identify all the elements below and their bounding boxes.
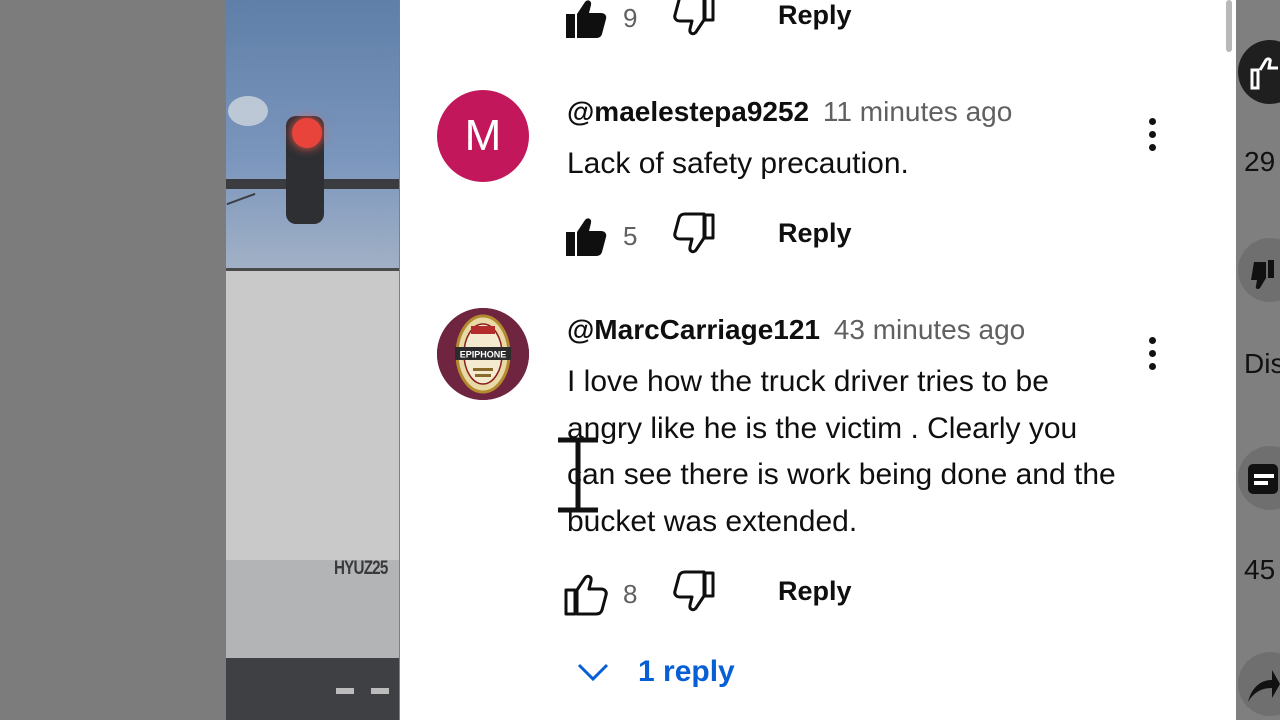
like-count: 9 — [623, 3, 638, 33]
chevron-down-icon — [577, 663, 609, 682]
share-icon — [1248, 670, 1280, 702]
video-preview[interactable]: HYUZ25 — [226, 0, 399, 720]
thumbs-down-icon[interactable] — [671, 0, 717, 40]
comment-actions: 5 Reply — [563, 212, 963, 262]
more-options-icon[interactable] — [1145, 118, 1159, 158]
red-lamp — [292, 118, 322, 148]
avatar[interactable]: EPIPHONE — [437, 308, 529, 400]
video-cloud — [228, 96, 268, 126]
thumbs-up-filled-icon[interactable] — [563, 0, 609, 40]
thumbs-up-icon — [1250, 57, 1278, 90]
thumbs-down-icon[interactable] — [671, 212, 717, 258]
like-count: 5 — [623, 221, 638, 251]
thumbs-down-icon — [1251, 260, 1274, 290]
comments-panel: 9 Reply M @maelestepa9252 11 minutes ago… — [400, 0, 1236, 720]
comment-header: @MarcCarriage121 43 minutes ago — [567, 314, 1025, 346]
text-cursor-icon — [558, 437, 598, 513]
thumbs-up-filled-icon[interactable] — [563, 212, 609, 258]
dislike-label: Disli — [1244, 348, 1280, 379]
comment-text: I love how the truck driver tries to be … — [567, 365, 1116, 538]
bumper-light — [336, 688, 354, 694]
epiphone-logo-icon: EPIPHONE — [437, 308, 529, 400]
comment-count: 45 — [1244, 554, 1276, 585]
more-options-icon[interactable] — [1145, 337, 1159, 377]
comment-header: @maelestepa9252 11 minutes ago — [567, 96, 1012, 128]
replies-count: 1 reply — [638, 655, 735, 688]
avatar[interactable]: M — [437, 90, 529, 182]
comment-time[interactable]: 11 minutes ago — [823, 96, 1012, 127]
reply-button[interactable]: Reply — [778, 218, 852, 249]
comment-time[interactable]: 43 minutes ago — [834, 314, 1025, 345]
reply-button[interactable]: Reply — [778, 0, 852, 31]
like-count: 29 — [1244, 146, 1276, 177]
comment-text: Lack of safety precaution. — [567, 147, 909, 180]
comment-actions: 9 Reply — [563, 0, 963, 44]
thumbs-up-icon[interactable] — [563, 570, 609, 616]
truck-bumper — [226, 658, 399, 720]
comment-icon — [1248, 464, 1278, 494]
view-replies-button[interactable]: 1 reply — [576, 650, 735, 694]
scrollbar[interactable] — [1226, 0, 1232, 52]
thumbs-down-icon[interactable] — [671, 570, 717, 616]
like-count: 8 — [623, 579, 638, 609]
comment-author[interactable]: @MarcCarriage121 — [567, 314, 820, 345]
left-background — [0, 0, 226, 720]
truck-plate: HYUZ25 — [334, 558, 388, 579]
right-action-rail: 29 Disli 45 — [1236, 0, 1280, 720]
comment-author[interactable]: @maelestepa9252 — [567, 96, 809, 127]
bumper-light — [371, 688, 389, 694]
comment-actions: 8 Reply — [563, 570, 963, 620]
avatar-logo-text: EPIPHONE — [460, 350, 507, 360]
reply-button[interactable]: Reply — [778, 576, 852, 607]
